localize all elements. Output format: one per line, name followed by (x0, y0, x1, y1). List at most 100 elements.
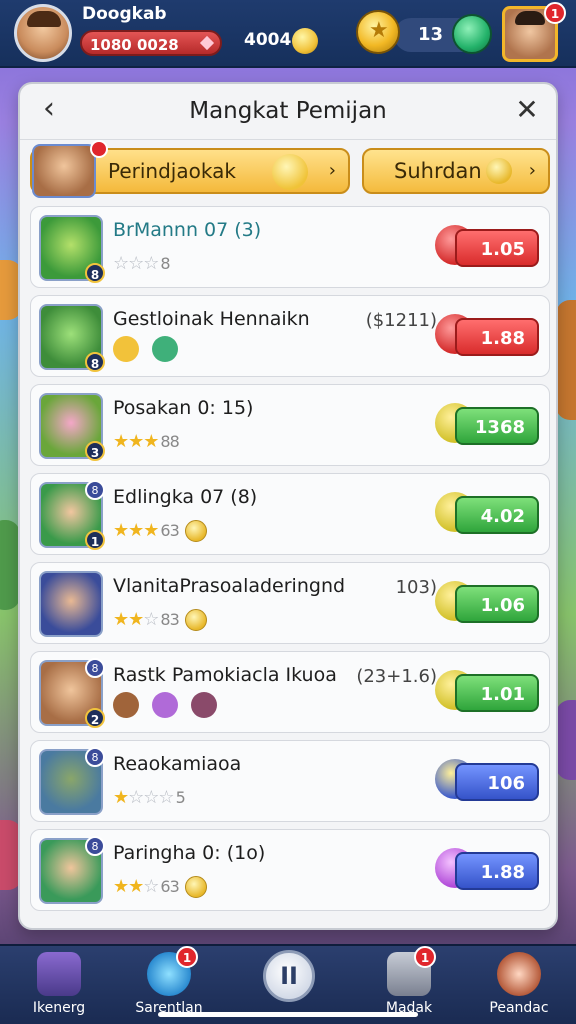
list-item[interactable]: 8 BrMannn 07 (3) ☆☆☆ 8 1.05 (30, 206, 550, 288)
item-thumbnail: 8 1 (39, 480, 105, 550)
modal-title: Mangkat Pemijan (189, 98, 387, 124)
gold-amount: 4004 (244, 30, 292, 50)
price-button[interactable]: 1.05 (455, 229, 539, 267)
price-button[interactable]: 1.88 (455, 852, 539, 890)
player-avatar[interactable] (14, 4, 72, 62)
star-rating: ★★★ 63 (113, 520, 207, 542)
top-hud: Doogkab 1080 0028 4004 13 1 (0, 0, 576, 68)
coin-icon (486, 158, 512, 184)
modal-header: ‹ Mangkat Pemijan ✕ (20, 84, 556, 140)
filter-row: Perindjaokak › Suhrdan › (30, 140, 550, 198)
star-icon: ★★ (113, 876, 144, 897)
gem-icon (199, 35, 215, 51)
star-empty-icon: ☆☆☆ (128, 787, 174, 808)
item-title: Reaokamiaoa (113, 753, 242, 775)
price-button[interactable]: 1368 (455, 407, 539, 445)
star-icon: ☆☆☆ (113, 253, 159, 274)
star-icon: ★★ (113, 609, 144, 630)
add-coins-button[interactable] (452, 14, 492, 54)
item-extra: 103) (395, 577, 437, 598)
list-item[interactable]: 3 Posakan 0: 15) ★★★ 88 1368 (30, 384, 550, 466)
rating-count: 88 (160, 432, 179, 451)
level-badge: 1 (85, 530, 105, 550)
item-title: Edlingka 07 (8) (113, 486, 258, 508)
chevron-right-icon: › (528, 160, 536, 181)
chevron-right-icon: › (328, 160, 336, 181)
tower-icon (37, 952, 81, 996)
star-icon: ★ (113, 787, 129, 808)
list-item[interactable]: 8 2 Rastk Pamokiacla Ikuoa (23+1.6) 1.01 (30, 651, 550, 733)
player-id-pill[interactable]: 1080 0028 (80, 30, 222, 56)
item-title: Gestloinak Hennaikn (113, 308, 310, 330)
star-icon: ★★★ (113, 520, 159, 541)
filter-right-label: Suhrdan (394, 159, 482, 183)
item-title: Posakan 0: 15) (113, 397, 254, 419)
creature-icon (191, 692, 218, 718)
star-badge-icon (113, 336, 139, 362)
filter-right-button[interactable]: Suhrdan › (362, 148, 550, 194)
tag-badge: 8 (85, 658, 105, 678)
rating-count: 63 (160, 877, 179, 896)
item-title: VlanitaPrasoaladeringnd (113, 575, 346, 597)
notification-badge: 1 (544, 2, 566, 24)
coin-count: 13 (418, 24, 444, 45)
pause-button[interactable]: II (263, 950, 315, 1002)
price-button[interactable]: 1.01 (455, 674, 539, 712)
nav-label: Ikenerg (32, 1000, 86, 1016)
item-thumbnail (39, 571, 103, 637)
item-icons (113, 336, 186, 362)
item-thumbnail: 8 (39, 836, 105, 904)
filter-avatar (32, 144, 96, 198)
price-button[interactable]: 1.88 (455, 318, 539, 356)
star-rating: ★★★ 88 (113, 431, 180, 452)
price-button[interactable]: 106 (455, 763, 539, 801)
list-item[interactable]: 8 1 Edlingka 07 (8) ★★★ 63 4.02 (30, 473, 550, 555)
nav-item-1[interactable]: Ikenerg (14, 950, 104, 1024)
nav-label: Peandac (489, 1000, 549, 1016)
filter-left-label: Perindjaokak (108, 159, 236, 183)
star-rating: ★★☆ 63 (113, 876, 207, 898)
item-thumbnail: 3 (39, 393, 105, 461)
item-thumbnail: 8 2 (39, 658, 105, 728)
coin-icon (184, 520, 207, 542)
star-rating: ★☆☆☆ 5 (113, 787, 186, 808)
coin-icon (184, 609, 207, 631)
notification-badge: 1 (176, 946, 198, 968)
item-thumbnail: 8 (39, 747, 105, 815)
background-decoration (0, 520, 20, 610)
item-extra: ($1211) (365, 310, 437, 331)
item-title: Rastk Pamokiacla Ikuoa (113, 664, 337, 686)
star-empty-icon: ☆ (143, 876, 159, 897)
player-id: 1080 0028 (90, 36, 179, 54)
creature-icon (152, 336, 179, 362)
price-button[interactable]: 1.06 (455, 585, 539, 623)
list-item[interactable]: 8 Gestloinak Hennaikn ($1211) 1.88 (30, 295, 550, 377)
potion-icon (152, 692, 179, 718)
price-button[interactable]: 4.02 (455, 496, 539, 534)
home-indicator (158, 1012, 418, 1017)
coin-icon (356, 10, 400, 54)
list-item[interactable]: VlanitaPrasoaladeringnd 103) ★★☆ 83 1.06 (30, 562, 550, 644)
background-decoration (556, 300, 576, 420)
rating-count: 63 (160, 521, 179, 540)
star-icon: ★★★ (113, 431, 159, 452)
item-title: Paringha 0: (1o) (113, 842, 266, 864)
tag-badge: 8 (85, 480, 105, 500)
level-badge: 8 (85, 263, 105, 283)
level-badge: 3 (85, 441, 105, 461)
item-title: BrMannn 07 (3) (113, 219, 262, 241)
background-decoration (556, 700, 576, 780)
list-item[interactable]: 8 Paringha 0: (1o) ★★☆ 63 1.88 (30, 829, 550, 911)
nav-item-4[interactable]: Peandac (474, 950, 564, 1024)
list-item[interactable]: 8 Reaokamiaoa ★☆☆☆ 5 106 (30, 740, 550, 822)
player-name: Doogkab (82, 4, 167, 24)
tag-badge: 8 (85, 747, 105, 767)
notification-badge (90, 140, 108, 158)
rating-count: 5 (175, 788, 186, 807)
coin-icon (272, 154, 308, 190)
star-rating: ☆☆☆ 8 (113, 253, 171, 274)
item-extra: (23+1.6) (356, 666, 437, 687)
shop-modal: ‹ Mangkat Pemijan ✕ Perindjaokak › Suhrd… (18, 82, 558, 930)
item-thumbnail: 8 (39, 304, 105, 372)
close-button[interactable]: ✕ (510, 94, 544, 128)
